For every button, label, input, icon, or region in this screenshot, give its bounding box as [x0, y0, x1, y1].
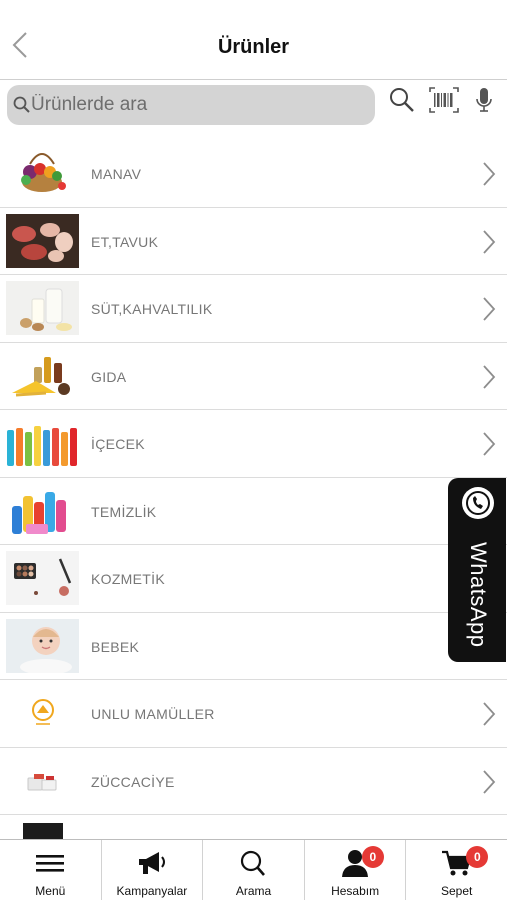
tab-campaigns[interactable]: Kampanyalar [102, 840, 204, 900]
search-icon [13, 96, 30, 113]
whatsapp-icon [462, 487, 494, 519]
cleaning-products-icon [6, 484, 79, 538]
voice-search-button[interactable] [474, 86, 498, 118]
category-item-bebek[interactable]: BEBEK [0, 613, 507, 680]
barcode-button[interactable] [428, 86, 462, 118]
milk-breakfast-icon [6, 281, 79, 335]
account-badge: 0 [361, 846, 384, 868]
drinks-bottles-icon [6, 416, 79, 470]
next-category-partial [0, 817, 507, 839]
category-label: GIDA [91, 368, 127, 385]
next-category-thumbnail [23, 823, 63, 839]
chevron-right-icon [483, 432, 496, 456]
category-item-manav[interactable]: MANAV [0, 140, 507, 208]
microphone-icon [476, 88, 492, 112]
hamburger-menu-icon [36, 855, 65, 872]
whatsapp-label-wrap: WhatsApp [461, 542, 495, 654]
category-label: ZÜCCACİYE [91, 773, 175, 790]
tab-cart[interactable]: 0 Sepet [406, 840, 507, 900]
search-button[interactable] [388, 86, 420, 118]
baby-icon [6, 618, 79, 673]
tab-menu[interactable]: Menü [0, 840, 102, 900]
search-icon [241, 850, 266, 876]
header: Ürünler [0, 0, 507, 80]
tab-label: Sepet [440, 884, 473, 898]
cosmetics-palette-icon [6, 551, 79, 605]
category-item-gida[interactable]: GIDA [0, 343, 507, 410]
cart-badge: 0 [466, 846, 489, 868]
tab-label: Menü [35, 884, 66, 898]
category-label: BEBEK [91, 638, 140, 655]
chevron-right-icon [483, 364, 496, 389]
category-list: MANAV ET,TAVUK SÜT,KAHVALTILIK GIDA İÇEC… [0, 140, 507, 815]
category-item-zuccaciye[interactable]: ZÜCCACİYE [0, 748, 507, 815]
tab-search[interactable]: Arama [203, 840, 305, 900]
category-item-icecek[interactable]: İÇECEK [0, 410, 507, 478]
chevron-right-icon [483, 162, 496, 186]
tab-label: Kampanyalar [116, 884, 188, 898]
chevron-right-icon [483, 702, 496, 726]
category-label: ET,TAVUK [91, 233, 159, 250]
category-label: İÇECEK [91, 436, 145, 452]
bakery-logo-icon [6, 686, 79, 740]
category-item-sut-kahvaltilik[interactable]: SÜT,KAHVALTILIK [0, 275, 507, 343]
category-label: SÜT,KAHVALTILIK [91, 301, 213, 317]
search-box [7, 85, 375, 125]
barcode-icon [429, 87, 459, 113]
search-bar [0, 80, 507, 132]
category-label: KOZMETİK [91, 571, 165, 587]
chevron-right-icon [483, 297, 496, 321]
category-item-kozmetik[interactable]: KOZMETİK [0, 545, 507, 613]
search-input[interactable] [31, 85, 361, 125]
tab-label: Hesabım [331, 884, 380, 898]
magnifier-icon [390, 88, 414, 112]
vegetables-basket-icon [6, 146, 79, 200]
category-item-unlu-mamuller[interactable]: UNLU MAMÜLLER [0, 680, 507, 748]
chevron-right-icon [483, 229, 496, 254]
category-label: UNLU MAMÜLLER [91, 706, 215, 722]
category-item-temizlik[interactable]: TEMİZLİK [0, 478, 507, 545]
category-item-et-tavuk[interactable]: ET,TAVUK [0, 208, 507, 275]
category-label: MANAV [91, 166, 142, 182]
kitchenware-icon [6, 754, 79, 808]
tab-account[interactable]: 0 Hesabım [305, 840, 407, 900]
meat-chicken-icon [6, 213, 79, 268]
chevron-right-icon [483, 769, 496, 794]
food-groceries-icon [6, 349, 79, 403]
megaphone-icon [138, 852, 165, 874]
bottom-tab-bar: Menü Kampanyalar Arama 0 Hesabım 0 Sepet [0, 839, 507, 900]
category-label: TEMİZLİK [91, 503, 157, 520]
whatsapp-label: WhatsApp [466, 542, 491, 648]
tab-label: Arama [235, 884, 272, 898]
whatsapp-button[interactable]: WhatsApp [448, 478, 506, 662]
page-title: Ürünler [217, 36, 290, 58]
